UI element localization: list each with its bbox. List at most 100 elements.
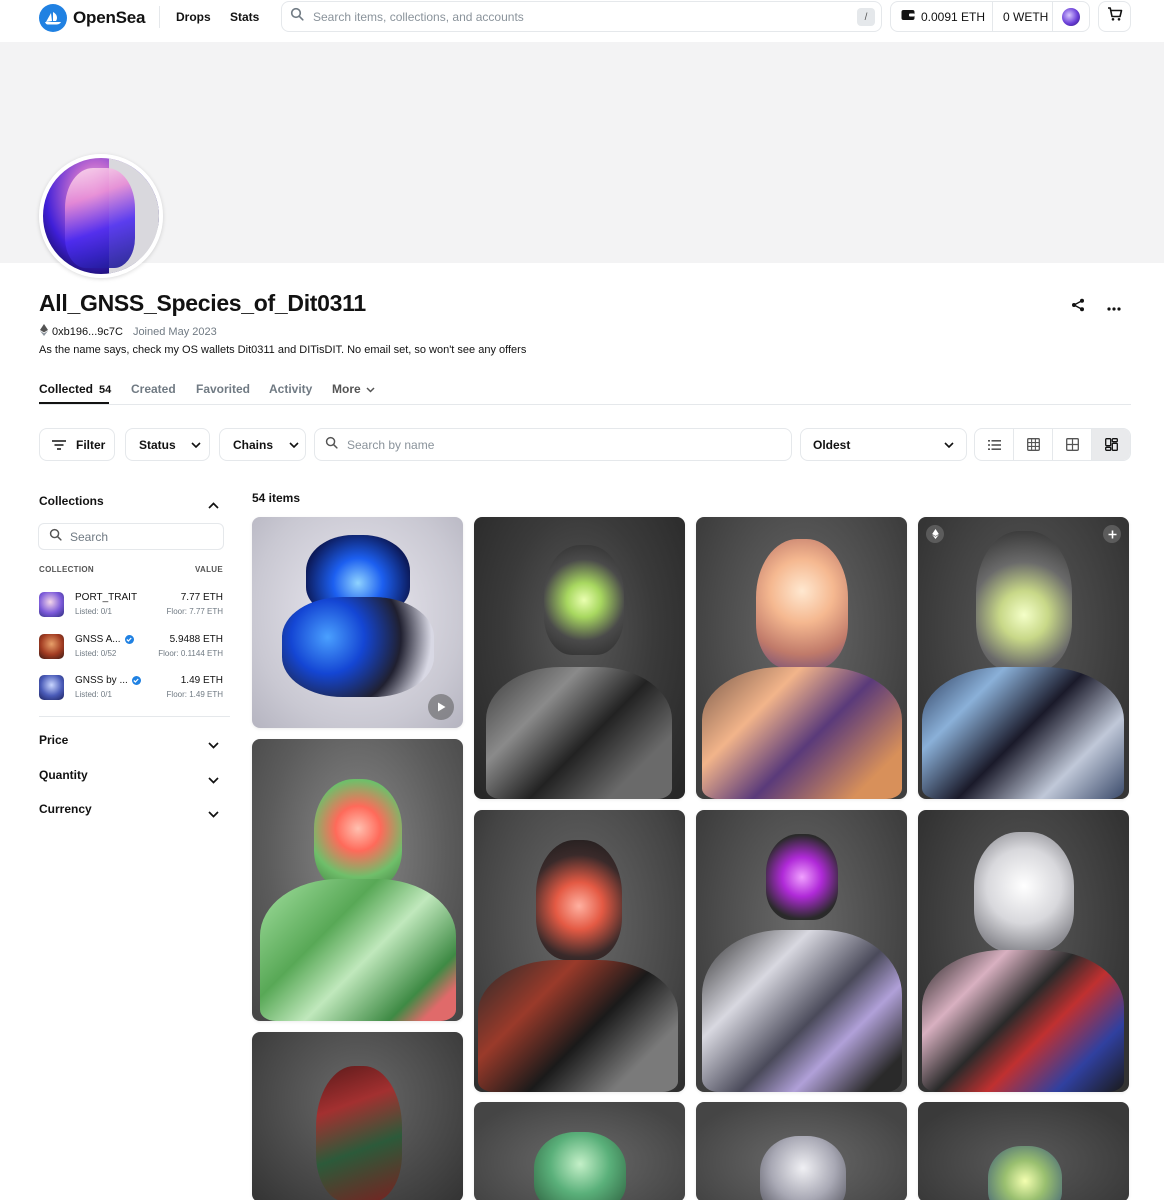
items-count: 54 items [252,491,301,505]
profile-bio: As the name says, check my OS wallets Di… [39,344,527,356]
status-dropdown[interactable]: Status [125,428,210,461]
opensea-logo[interactable]: OpenSea [39,4,145,32]
weth-balance[interactable]: 0 WETH [993,2,1053,31]
nft-card[interactable] [918,810,1129,1092]
nft-card[interactable] [696,1102,907,1200]
large-grid-icon [1065,438,1079,451]
collection-floor: Floor: 7.77 ETH [166,607,223,616]
small-grid-icon [1026,438,1040,451]
nft-card[interactable] [696,517,907,799]
play-icon [437,702,445,712]
small-grid-view-button[interactable] [1014,429,1053,460]
chevron-down-icon[interactable] [208,805,219,823]
wallet-balance[interactable]: 0.0091 ETH 0 WETH [890,1,1090,32]
top-nav: OpenSea Drops Stats Search items, collec… [0,0,1164,42]
quantity-filter-heading[interactable]: Quantity [39,768,88,782]
collection-floor: Floor: 1.49 ETH [166,690,223,699]
search-icon [49,528,62,546]
chevron-down-icon [289,441,299,448]
search-by-name-input[interactable]: Search by name [314,428,792,461]
nft-image [760,1136,846,1200]
verified-badge-icon [124,635,134,644]
collection-name: PORT_TRAIT [75,592,138,603]
filter-lines-icon [52,439,66,450]
wallet-address[interactable]: 0xb196...9c7C [52,326,123,338]
nft-card[interactable] [918,517,1129,799]
more-options-button[interactable] [1104,297,1124,317]
price-filter-heading[interactable]: Price [39,733,68,747]
tab-more[interactable]: More [332,382,375,396]
sort-dropdown[interactable]: Oldest [800,428,967,461]
tab-more-label: More [332,382,361,396]
chevron-down-icon[interactable] [208,771,219,789]
tab-collected-count: 54 [99,384,112,396]
tab-created[interactable]: Created [131,382,176,396]
nft-image [536,840,622,960]
nft-card[interactable] [474,517,685,799]
sort-value: Oldest [813,437,851,452]
collection-row[interactable]: PORT_TRAIT Listed: 0/1 7.77 ETH Floor: 7… [39,590,223,620]
nft-card[interactable] [252,1032,463,1200]
cart-button[interactable] [1098,1,1131,32]
eth-balance[interactable]: 0.0091 ETH [891,2,993,31]
more-dots-icon [1107,298,1121,316]
profile-avatar[interactable] [39,154,163,278]
collection-thumbnail [39,634,64,659]
nft-image [534,1132,626,1200]
tab-favorited[interactable]: Favorited [196,382,250,396]
eth-balance-value: 0.0091 ETH [921,9,986,24]
chevron-down-icon [366,387,375,393]
filter-button[interactable]: Filter [39,428,115,461]
tab-activity[interactable]: Activity [269,382,312,396]
status-label: Status [139,437,176,452]
nft-card[interactable] [252,739,463,1021]
collection-listed: Listed: 0/1 [75,607,112,616]
chevron-down-icon[interactable] [208,736,219,754]
chevron-up-icon[interactable] [208,496,219,514]
collection-listed: Listed: 0/1 [75,690,112,699]
play-button[interactable] [428,694,454,720]
ethereum-icon [40,324,48,339]
ethereum-icon [931,529,939,539]
list-view-icon [987,439,1001,450]
large-grid-view-button[interactable] [1053,429,1092,460]
nft-image [314,779,402,889]
nav-link-stats[interactable]: Stats [230,10,259,24]
chains-dropdown[interactable]: Chains [219,428,306,461]
share-button[interactable] [1068,297,1088,317]
collection-row[interactable]: GNSS by ... Listed: 0/1 1.49 ETH Floor: … [39,673,223,703]
collections-search-input[interactable]: Search [38,523,224,550]
collection-listed: Listed: 0/52 [75,649,117,658]
nft-card[interactable] [474,810,685,1092]
profile-banner [0,42,1164,263]
wallet-icon [901,9,915,24]
tab-collected[interactable]: Collected 54 [39,382,111,396]
nft-card[interactable] [696,810,907,1092]
tab-collected-label: Collected [39,382,94,396]
add-to-cart-button[interactable] [1103,525,1121,543]
nft-card[interactable] [252,517,463,728]
nft-card[interactable] [474,1102,685,1200]
nft-card[interactable] [918,1102,1129,1200]
search-placeholder: Search items, collections, and accounts [313,9,524,24]
masonry-view-button[interactable] [1092,429,1130,460]
currency-filter-heading[interactable]: Currency [39,802,92,816]
collection-thumbnail [39,592,64,617]
plus-icon [1108,530,1116,538]
user-avatar[interactable] [1062,7,1080,26]
sidebar-divider [39,716,230,717]
collection-row[interactable]: GNSS A... Listed: 0/52 5.9488 ETH Floor:… [39,632,223,662]
collections-heading[interactable]: Collections [39,494,104,508]
nav-link-drops[interactable]: Drops [176,10,211,24]
chevron-down-icon [191,441,201,448]
nft-image [316,1066,402,1200]
chains-label: Chains [233,437,274,452]
profile-meta: 0xb196...9c7C Joined May 2023 [40,324,217,339]
masonry-view-icon [1104,438,1118,451]
list-view-button[interactable] [975,429,1014,460]
profile-tabs: Collected 54 Created Favorited Activity M… [39,372,1131,405]
view-mode-toggle [974,428,1131,461]
global-search[interactable]: Search items, collections, and accounts … [281,1,882,32]
search-icon [290,7,304,26]
collection-name: GNSS A... [75,634,134,645]
